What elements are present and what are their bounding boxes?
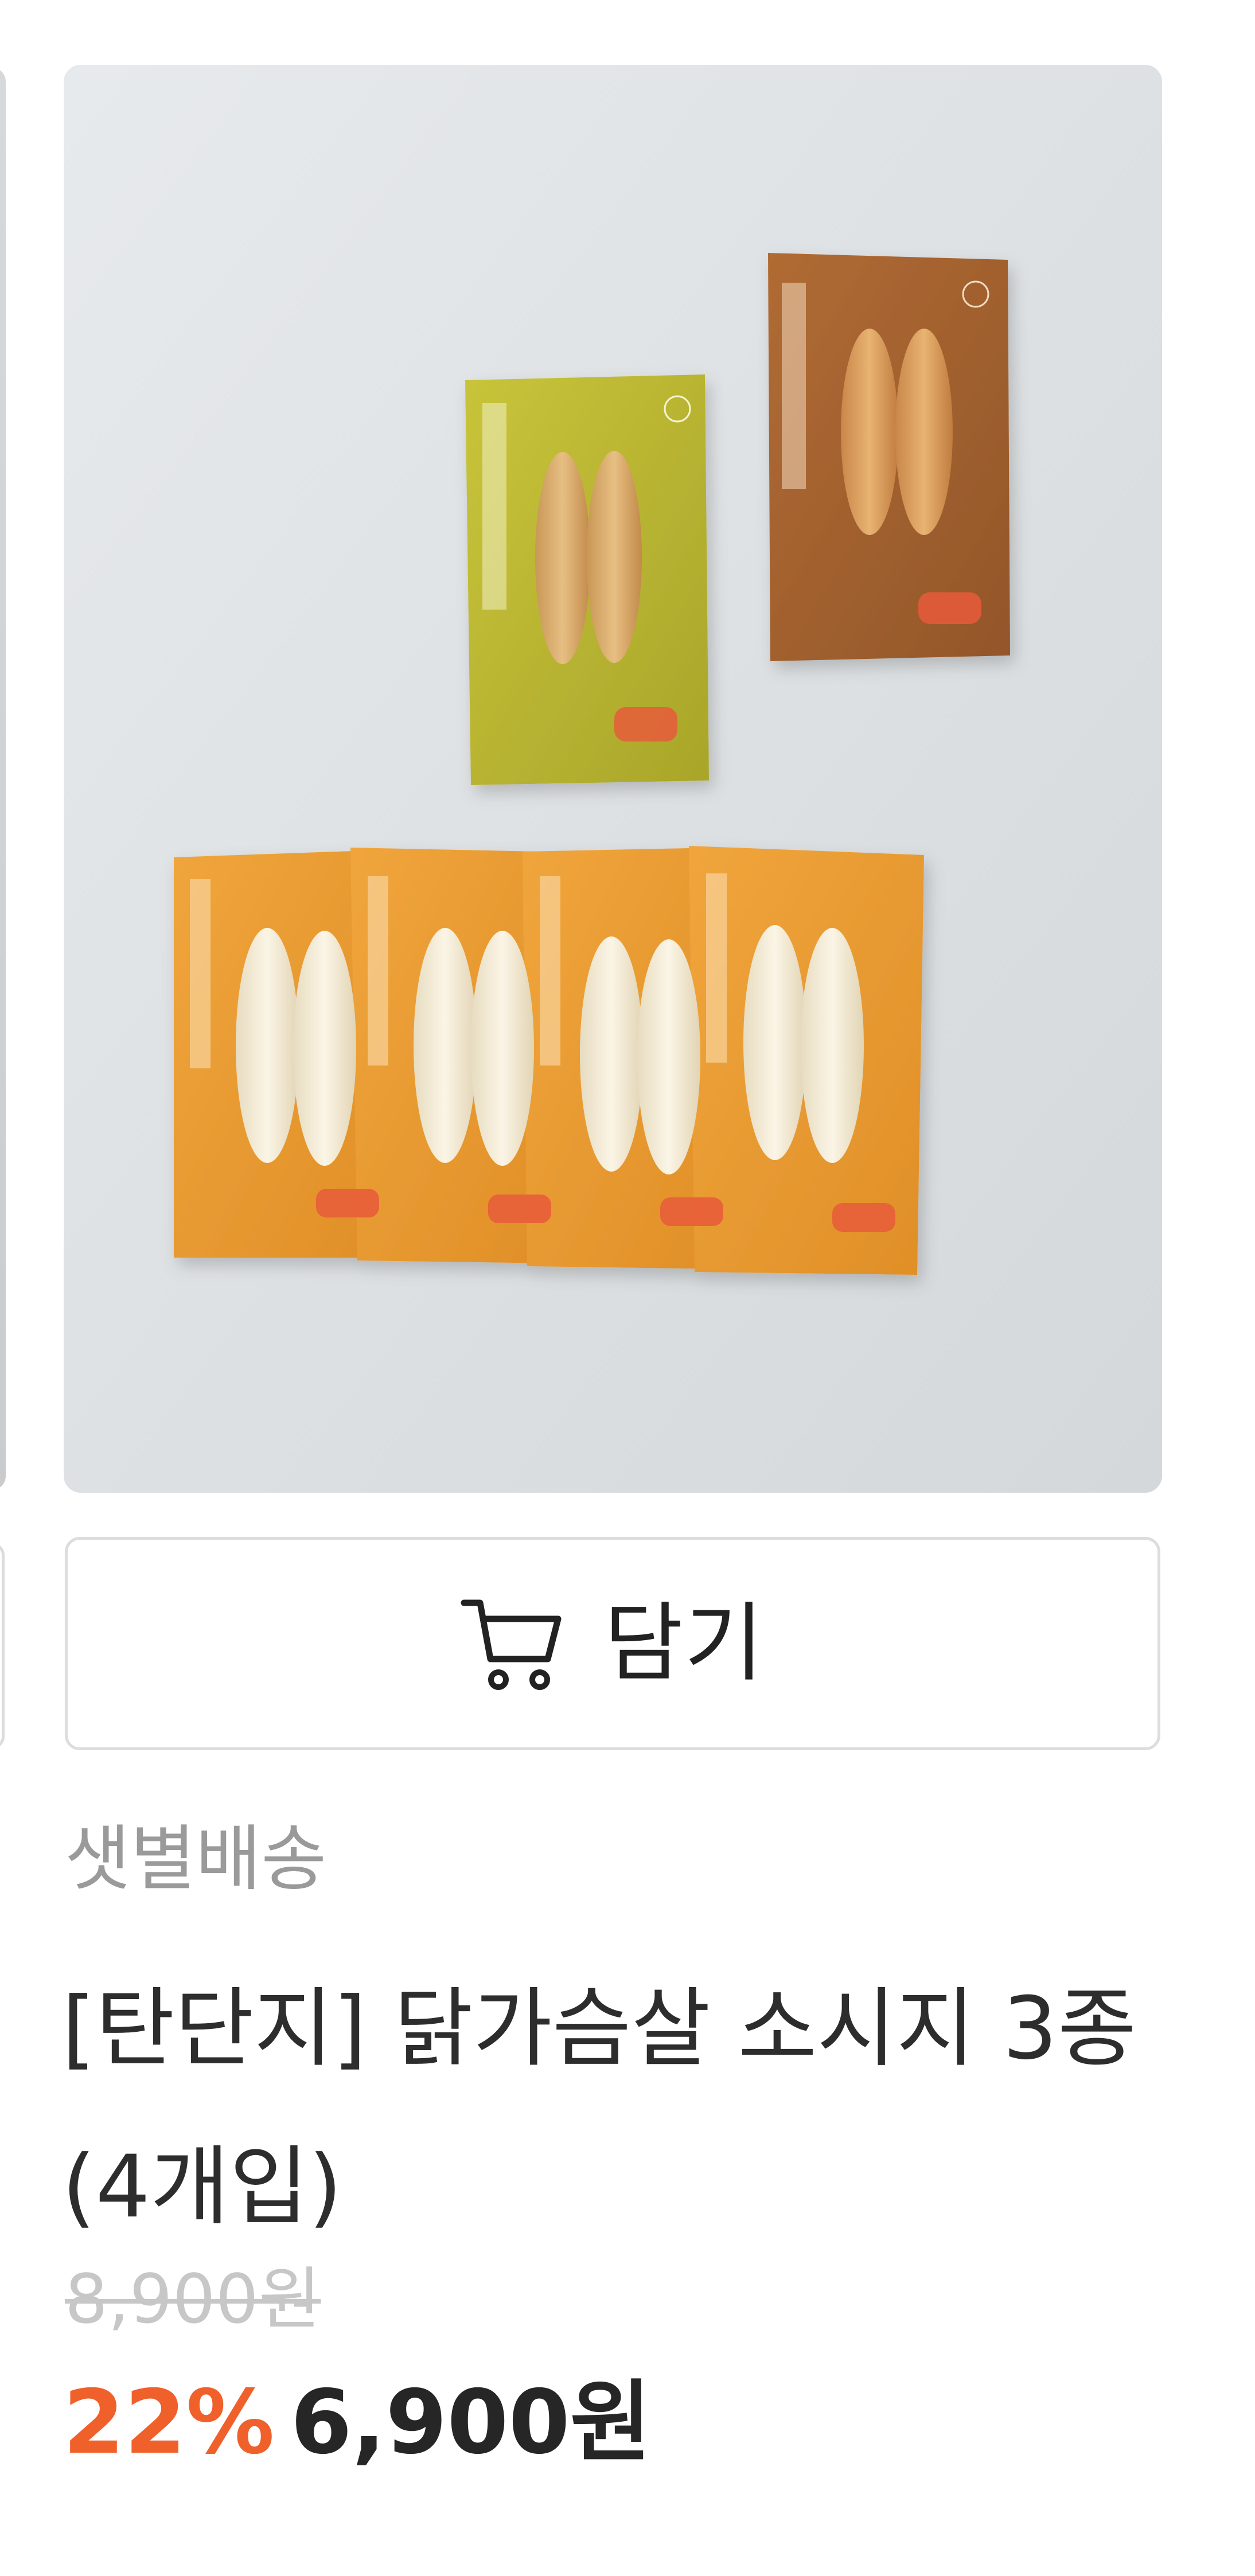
previous-product-image-edge[interactable] <box>0 68 6 1490</box>
cart-icon <box>461 1599 562 1690</box>
product-title[interactable]: [탄단지] 닭가슴살 소시지 3종 (4개입) <box>62 1950 1180 2266</box>
product-image[interactable] <box>64 65 1162 1493</box>
delivery-type-label: 샛별배송 <box>65 1818 327 1900</box>
original-price: 8,900원 <box>65 2259 321 2339</box>
add-to-cart-button[interactable]: 담기 <box>65 1537 1160 1750</box>
discount-rate: 22% <box>63 2371 275 2474</box>
price-row: 22% 6,900원 <box>63 2379 651 2467</box>
previous-cart-button-edge[interactable] <box>0 1543 5 1749</box>
product-photo <box>64 65 1162 1493</box>
add-to-cart-label: 담기 <box>603 1594 765 1693</box>
sale-price: 6,900원 <box>290 2371 652 2474</box>
